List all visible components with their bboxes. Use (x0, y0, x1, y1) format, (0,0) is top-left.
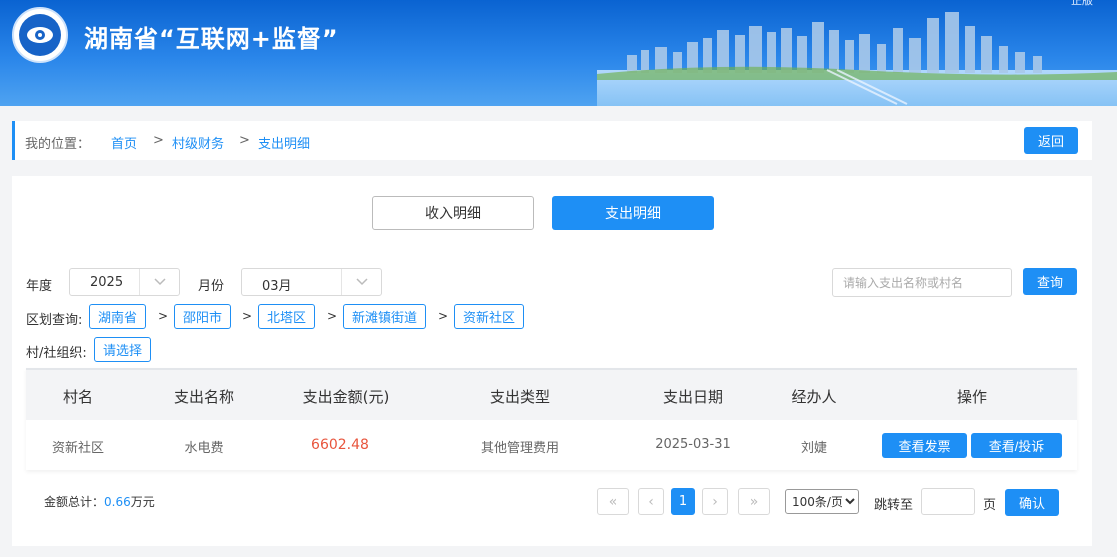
view-invoice-button[interactable]: 查看发票 (882, 433, 967, 458)
region-province[interactable]: 湖南省 (89, 304, 147, 329)
month-select[interactable]: 03月 (241, 268, 382, 296)
confirm-button[interactable]: 确认 (1005, 489, 1059, 516)
breadcrumb-expense-detail[interactable]: 支出明细 (258, 133, 310, 152)
breadcrumb-separator: > (153, 133, 164, 148)
breadcrumb-separator: > (239, 133, 250, 148)
total-unit: 万元 (130, 495, 155, 509)
region-city[interactable]: 邵阳市 (174, 304, 232, 329)
prev-page-button[interactable]: ‹ (638, 488, 664, 515)
region-separator: > (327, 309, 338, 323)
header-corner-text[interactable]: 正版 (1071, 0, 1093, 8)
chevron-down-icon (139, 269, 179, 295)
year-select[interactable]: 2025 (69, 268, 180, 296)
expense-table: 村名 支出名称 支出金额(元) 支出类型 支出日期 经办人 操作 资新社区 水电… (26, 368, 1077, 470)
site-title: 湖南省“互联网+监督” (84, 25, 339, 53)
main-panel: 收入明细 支出明细 年度 2025 月份 03月 查询 区划查询: 湖南省 > … (12, 176, 1092, 546)
breadcrumb: 我的位置： 首页 > 村级财务 > 支出明细 返回 (12, 121, 1092, 160)
org-label: 村/社组织: (26, 346, 87, 361)
cell-date: 2025-03-31 (655, 437, 731, 452)
column-header-actions: 操作 (956, 388, 988, 406)
page-1-button[interactable]: 1 (671, 488, 695, 515)
region-separator: > (158, 309, 169, 323)
month-value: 03月 (262, 279, 292, 294)
next-page-button[interactable]: › (702, 488, 728, 515)
breadcrumb-home-link[interactable]: 首页 (111, 133, 137, 152)
cell-amount: 6602.48 (311, 437, 369, 453)
column-header-village: 村名 (62, 388, 94, 406)
search-input[interactable] (832, 268, 1012, 297)
region-community[interactable]: 资新社区 (454, 304, 525, 329)
site-logo (12, 7, 68, 63)
total-value: 0.66 (104, 495, 131, 509)
column-header-amount: 支出金额(元) (302, 388, 390, 406)
table-header: 村名 支出名称 支出金额(元) 支出类型 支出日期 经办人 操作 (26, 370, 1077, 420)
column-header-date: 支出日期 (662, 388, 724, 406)
tab-expense-detail[interactable]: 支出明细 (552, 196, 714, 230)
region-label: 区划查询: (26, 313, 83, 328)
cell-village: 资新社区 (51, 441, 105, 456)
region-district[interactable]: 北塔区 (258, 304, 316, 329)
column-header-type: 支出类型 (489, 388, 551, 406)
year-value: 2025 (90, 275, 124, 290)
page-unit-label: 页 (983, 498, 997, 513)
back-button[interactable]: 返回 (1024, 127, 1078, 154)
year-label: 年度 (26, 279, 53, 294)
view-complaint-button[interactable]: 查看/投诉 (971, 433, 1062, 458)
breadcrumb-village-finance-link[interactable]: 村级财务 (172, 133, 224, 152)
table-row: 资新社区 水电费 6602.48 其他管理费用 2025-03-31 刘婕 查看… (26, 420, 1077, 470)
month-label: 月份 (198, 279, 225, 294)
search-button[interactable]: 查询 (1023, 268, 1077, 295)
jump-label: 跳转至 (874, 498, 914, 513)
tab-income-detail[interactable]: 收入明细 (372, 196, 534, 230)
first-page-button[interactable]: « (597, 488, 629, 515)
cell-expense-name: 水电费 (184, 441, 224, 456)
site-header: 湖南省“互联网+监督” 正版 (0, 0, 1117, 106)
page-size-select[interactable]: 100条/页 (785, 489, 859, 514)
column-header-handler: 经办人 (791, 388, 837, 406)
cell-handler: 刘婕 (800, 441, 828, 456)
column-header-expense-name: 支出名称 (173, 388, 235, 406)
jump-page-input[interactable] (921, 488, 975, 515)
org-select[interactable]: 请选择 (94, 337, 152, 362)
cell-type: 其他管理费用 (480, 441, 560, 456)
total-label: 金额总计： (44, 495, 105, 509)
city-skyline-banner (597, 12, 1117, 106)
region-town[interactable]: 新滩镇街道 (343, 304, 427, 329)
eye-seal-icon (19, 14, 61, 56)
region-separator: > (438, 309, 449, 323)
total-amount: 金额总计：0.66万元 (44, 493, 155, 510)
region-separator: > (242, 309, 253, 323)
chevron-down-icon (341, 269, 381, 295)
last-page-button[interactable]: » (738, 488, 770, 515)
breadcrumb-label: 我的位置： (25, 137, 91, 152)
